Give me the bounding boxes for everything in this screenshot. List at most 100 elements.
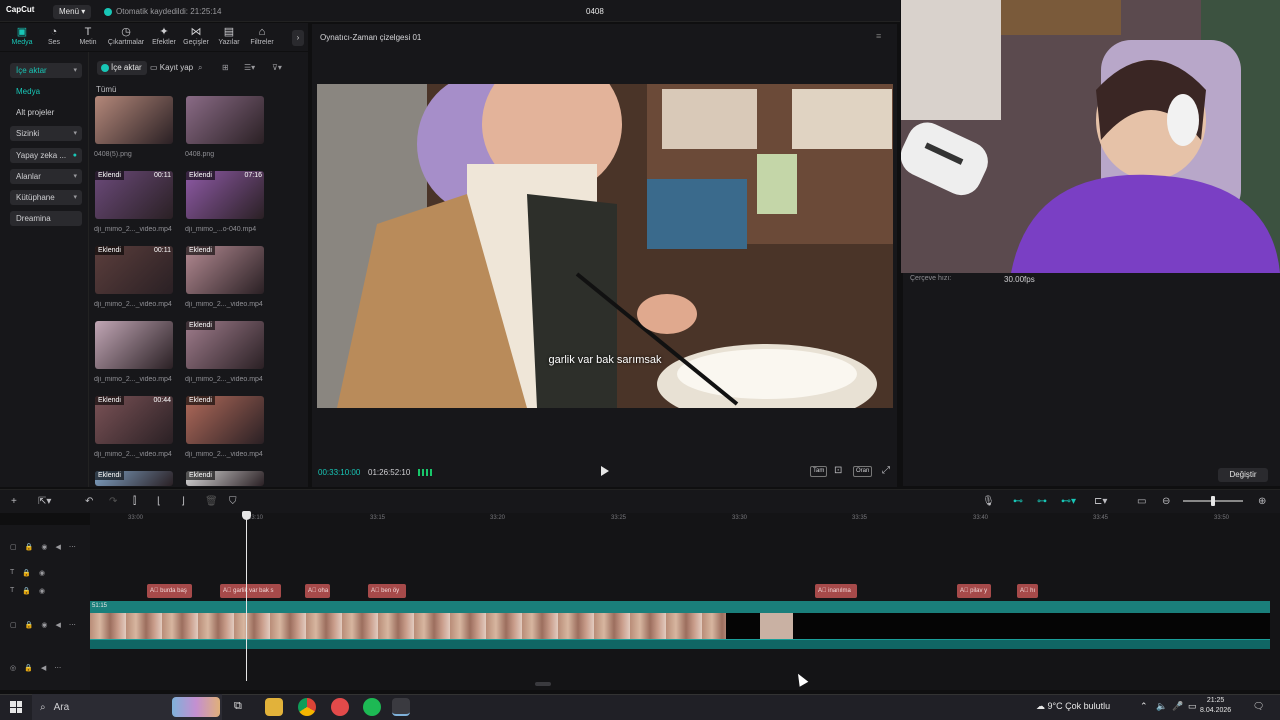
speaker-icon[interactable]: ◀ [55,621,60,629]
tab-media[interactable]: ▣ Medya [6,26,38,46]
video-track-header-bar[interactable] [90,601,1270,613]
tab-transitions[interactable]: ⋈ Geçişler [180,26,212,46]
eye-icon[interactable]: ◉ [41,543,47,551]
trim-left-icon[interactable]: ⌊ [157,496,161,507]
text-clip[interactable]: A⃝ oha [305,584,330,598]
tab-captions[interactable]: ▤ Yazılar [213,26,245,46]
eye-icon[interactable]: ◉ [41,621,47,629]
lock-icon[interactable]: 🔒 [22,569,31,577]
sidebar-item-subprojects[interactable]: Alt projeler [10,105,82,120]
caption-icon[interactable]: ▭ [1137,496,1146,507]
text-clip[interactable]: A⃝ ben öy [368,584,406,598]
file-explorer-icon[interactable] [265,698,283,716]
text-clip[interactable]: A⃝ pilav y [957,584,991,598]
audio-waveform[interactable] [90,639,1270,649]
capcut-taskbar-icon[interactable] [392,698,410,716]
aspect-ratio-button[interactable]: Oran [853,466,873,477]
select-tool-icon[interactable]: ⇱▾ [38,496,51,507]
video-clip-main[interactable] [90,613,726,639]
media-thumbnail[interactable] [95,96,173,144]
grid-view-icon[interactable]: ⊞ [222,63,229,72]
tab-stickers[interactable]: ◷ Çıkartmalar [106,26,146,46]
eye-icon[interactable]: ◉ [39,569,45,577]
play-icon[interactable] [600,466,610,476]
text-clip[interactable]: A⃝ garlik var bak s [220,584,281,598]
speaker-icon[interactable]: ◀ [41,664,46,672]
media-thumbnail[interactable] [186,96,264,144]
windows-start-icon[interactable] [10,701,22,713]
video-clip-short[interactable] [760,613,793,639]
media-thumbnail[interactable]: Eklendi [186,471,264,486]
zoom-in-icon[interactable]: ⊕ [1258,496,1266,507]
video-preview[interactable]: garlik var bak sarımsak [317,84,893,408]
toolbar-more-button[interactable]: › [292,30,304,46]
chevron-up-icon[interactable]: ⌃ [1140,701,1148,712]
trim-right-icon[interactable]: ⌋ [181,496,185,507]
eye-icon[interactable]: ◉ [39,587,45,595]
lock-icon[interactable]: 🔒 [25,621,34,629]
add-track-icon[interactable]: + [11,496,17,507]
media-thumbnail[interactable]: Eklendi [186,321,264,369]
shield-icon[interactable]: ⛉ [229,496,237,507]
record-button[interactable]: ▭ Kayıt yap [150,61,193,75]
zoom-out-icon[interactable]: ⊖ [1162,496,1170,507]
text-clip[interactable]: A⃝ hı [1017,584,1038,598]
media-thumbnail[interactable]: Eklendi [186,246,264,294]
sidebar-item-spaces[interactable]: Alanlar ▾ [10,169,82,184]
lock-icon[interactable]: 🔒 [25,543,34,551]
tab-text[interactable]: T Metin [72,26,104,46]
link-icon[interactable]: ⊶ [1037,496,1047,507]
full-quality-button[interactable]: Tam [810,466,828,477]
media-thumbnail[interactable]: Eklendi [95,471,173,486]
track-controls-audio[interactable]: ◎ 🔒 ◀ ⋯ [10,664,61,672]
tab-audio[interactable]: ◔ Ses [38,26,70,46]
preview-axis-icon[interactable]: ⊷▾ [1061,496,1076,507]
track-controls-overlay[interactable]: ▢ 🔒 ◉ ◀ ⋯ [10,543,76,551]
playhead-handle[interactable] [242,511,251,520]
notification-icon[interactable]: 🗨 [1253,701,1264,712]
screenshot-icon[interactable]: ⊡ [834,465,842,476]
lock-icon[interactable]: 🔒 [24,664,33,672]
media-thumbnail[interactable] [95,321,173,369]
video-clip-black[interactable] [726,613,1270,639]
sidebar-item-ai[interactable]: Yapay zeka ... ● [10,148,82,163]
media-thumbnail[interactable]: Eklendi 07:16 [186,171,264,219]
filter-icon[interactable]: ⊽▾ [272,63,282,72]
fullscreen-icon[interactable]: ⤢ [882,465,890,476]
tab-effects[interactable]: ✦ Efektler [148,26,180,46]
sidebar-item-import[interactable]: İçe aktar ▾ [10,63,82,78]
lock-icon[interactable]: 🔒 [22,587,31,595]
playhead-line[interactable] [246,511,247,681]
sidebar-item-library[interactable]: Kütüphane ▾ [10,190,82,205]
sort-icon[interactable]: ☰▾ [244,63,255,72]
menu-button[interactable]: Menü ▾ [53,5,92,19]
task-view-icon[interactable]: ⧉ [234,700,242,713]
microphone-icon[interactable]: 🎤 [1172,701,1183,712]
zoom-slider-handle[interactable] [1211,496,1215,506]
tab-filters[interactable]: ⌂ Filtreler [246,26,278,46]
track-controls-text2[interactable]: T 🔒 ◉ [10,587,45,595]
undo-icon[interactable]: ↶ [85,496,93,507]
weather-widget[interactable]: ☁ 9°C Çok bulutlu [1036,701,1110,712]
media-thumbnail[interactable]: Eklendi 00:44 [95,396,173,444]
microphone-icon[interactable]: 🎙 [982,496,995,507]
layout-icon[interactable]: ⊏▾ [1094,496,1107,507]
split-icon[interactable]: ⫿ [133,496,136,507]
more-icon[interactable]: ⋯ [69,543,76,551]
menu-icon[interactable]: ≡ [876,31,881,41]
media-thumbnail[interactable]: Eklendi 00:11 [95,246,173,294]
redo-icon[interactable]: ↷ [109,496,117,507]
magnet-icon[interactable]: ⊷ [1013,496,1023,507]
more-icon[interactable]: ⋯ [54,664,61,672]
media-thumbnail[interactable]: Eklendi 00:11 [95,171,173,219]
sidebar-item-dreamina[interactable]: Dreamina [10,211,82,226]
delete-icon[interactable]: 🗑 [205,496,218,507]
text-clip[interactable]: A⃝ inanılma [815,584,857,598]
sidebar-item-media[interactable]: Medya [10,84,82,99]
media-thumbnail[interactable]: Eklendi [186,396,264,444]
text-clip[interactable]: A⃝ burda baş [147,584,192,598]
change-button[interactable]: Değiştir [1218,468,1268,482]
sidebar-item-yours[interactable]: Sizinki ▾ [10,126,82,141]
taskbar-clock[interactable]: 21:25 8.04.2026 [1200,696,1231,716]
track-controls-video[interactable]: ▢ 🔒 ◉ ◀ ⋯ [10,621,76,629]
